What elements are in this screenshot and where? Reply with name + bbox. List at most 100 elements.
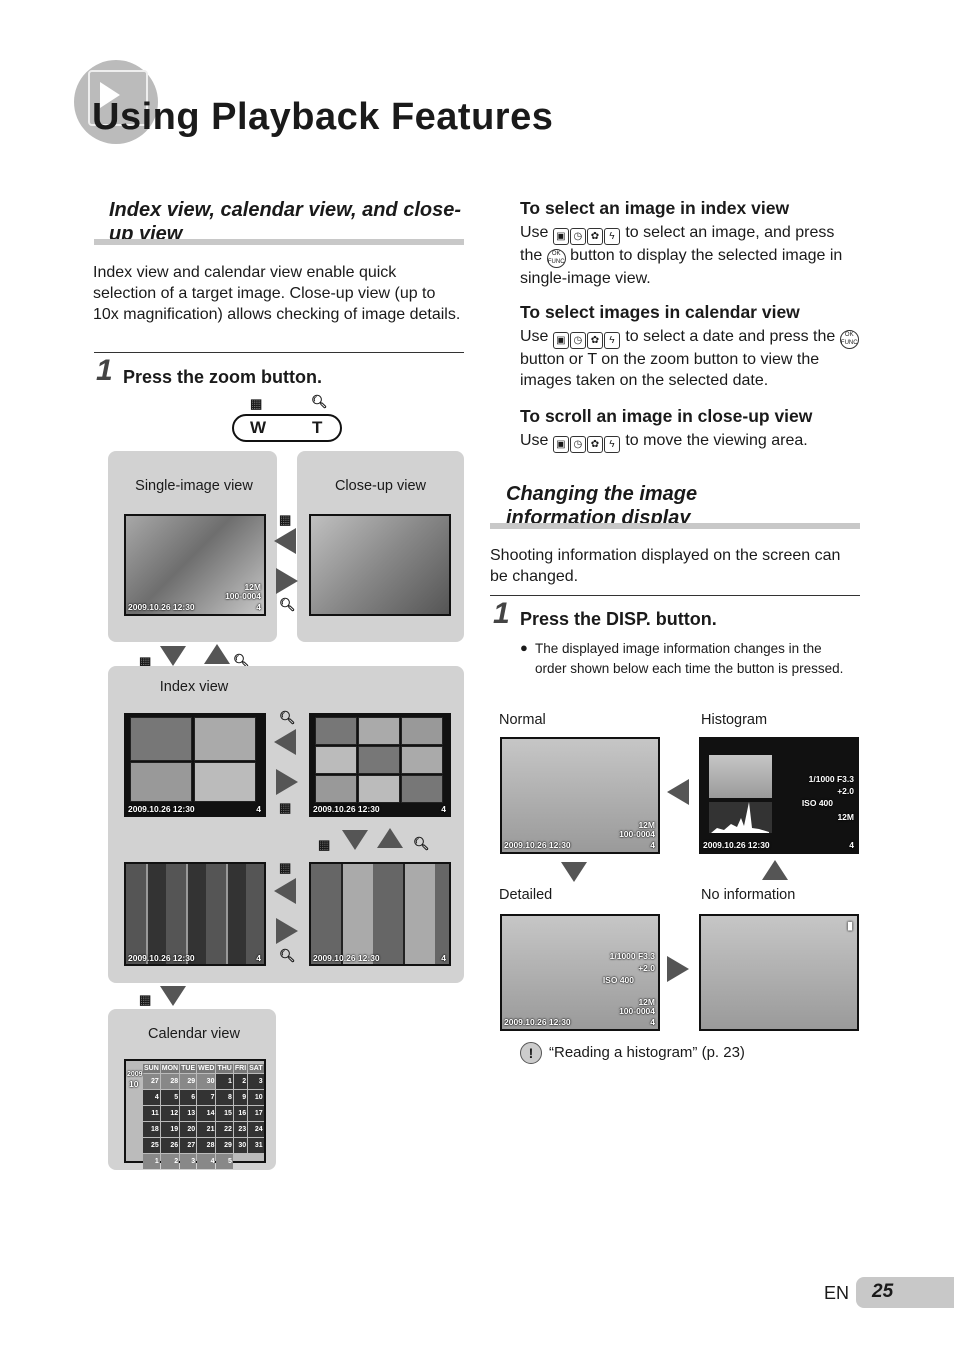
calendar-date[interactable]: 23 <box>233 1122 248 1137</box>
subheading-calendar: To select images in calendar view <box>520 302 800 322</box>
calendar-date[interactable]: 11 <box>143 1106 160 1121</box>
calendar-date[interactable]: 9 <box>233 1090 248 1105</box>
arrow-down-icon <box>342 830 368 850</box>
section-bar <box>490 523 860 529</box>
index-label: Index view <box>159 679 229 695</box>
info-intro: Shooting information displayed on the sc… <box>490 547 841 585</box>
arrow-left-icon <box>667 779 689 805</box>
calendar-date[interactable]: 27 <box>143 1074 160 1089</box>
note-icon: ! <box>520 1042 542 1064</box>
calendar-date[interactable]: 24 <box>248 1122 264 1137</box>
calendar-date[interactable]: 28 <box>160 1074 180 1089</box>
arrow-right-icon <box>667 956 689 982</box>
calendar-date[interactable]: 17 <box>248 1106 264 1121</box>
bullet-text: The displayed image information changes … <box>535 641 844 676</box>
step-number: 1 <box>493 597 510 630</box>
calendar-date[interactable]: 26 <box>160 1138 180 1153</box>
calendar-date[interactable] <box>248 1154 263 1169</box>
single-image-label: Single-image view <box>135 478 253 494</box>
index-icon: ▦ <box>139 992 152 1007</box>
manual-page: Using Playback Features Index view, cale… <box>0 0 954 1357</box>
calendar-day-header: FRI <box>233 1064 248 1073</box>
arrow-left-icon <box>274 729 296 755</box>
single-image-screen: 12M 100-0004 2009.10.26 12:30 4 <box>124 514 266 616</box>
sub3-text: Use ▣ ◷ ✿ ϟ to move the viewing area. <box>520 430 860 453</box>
magnify-icon: 🔍︎ <box>279 948 296 963</box>
calendar-date[interactable]: 8 <box>216 1090 233 1105</box>
calendar-date[interactable]: 25 <box>143 1138 160 1153</box>
normal-label: Normal <box>499 712 546 728</box>
histogram-graph <box>709 802 772 833</box>
calendar-grid: SUN MON TUE WED THU FRI SAT 27 28 29 30 1 2 3 4 5 6 7 8 9 10… <box>142 1063 265 1170</box>
arrow-right-icon <box>276 568 298 594</box>
calendar-date[interactable]: 2 <box>233 1074 248 1089</box>
calendar-date[interactable]: 5 <box>216 1154 233 1169</box>
arrow-up-icon <box>762 860 788 880</box>
index-screen-16: 2009.10.26 12:30 4 <box>309 862 451 966</box>
subheading-closeup: To scroll an image in close-up view <box>520 406 813 426</box>
divider <box>94 352 464 353</box>
calendar-date[interactable]: 18 <box>143 1122 160 1137</box>
sub2-text: Use ▣ ◷ ✿ ϟ to select a date and press the … <box>520 328 859 389</box>
calendar-date[interactable]: 2 <box>160 1154 180 1169</box>
calendar-date[interactable]: 13 <box>180 1106 197 1121</box>
calendar-date[interactable]: 3 <box>248 1074 264 1089</box>
calendar-date[interactable]: 4 <box>197 1154 216 1169</box>
histogram-ref: “Reading a histogram” (p. 23) <box>549 1044 745 1061</box>
arrow-left-icon <box>274 528 296 554</box>
calendar-date[interactable]: 3 <box>180 1154 197 1169</box>
calendar-date[interactable]: 27 <box>180 1138 197 1153</box>
zoom-w: W <box>250 418 267 437</box>
battery-icon: ▮ <box>846 920 853 932</box>
closeup-label: Close-up view <box>334 478 427 494</box>
calendar-date[interactable]: 10 <box>248 1090 264 1105</box>
noinfo-label: No information <box>701 887 796 903</box>
calendar-day-header: SAT <box>248 1064 264 1073</box>
calendar-date[interactable]: 22 <box>216 1122 233 1137</box>
calendar-date[interactable]: 4 <box>143 1090 160 1105</box>
histogram-screen: 1/1000 F3.3 +2.0 ISO 400 12M 2009.10.26 … <box>699 737 859 854</box>
calendar-date[interactable]: 21 <box>197 1122 216 1137</box>
calendar-date[interactable]: 29 <box>180 1074 197 1089</box>
divider <box>490 595 860 596</box>
detailed-screen: 1/1000 F3.3 +2.0 ISO 400 12M 100-0004 20… <box>500 914 660 1031</box>
ok-func-button-icon: OK FUNC <box>546 249 566 268</box>
calendar-date[interactable]: 15 <box>216 1106 233 1121</box>
step-label: Press the zoom button. <box>123 367 323 387</box>
calendar-date[interactable]: 28 <box>197 1138 216 1153</box>
calendar-date[interactable]: 30 <box>233 1138 248 1153</box>
ok-func-button-icon: OK FUNC <box>839 330 859 349</box>
section-bar <box>94 239 464 245</box>
magnify-icon: 🔍︎ <box>279 597 296 612</box>
calendar-day-header: THU <box>216 1064 233 1073</box>
calendar-date[interactable]: 29 <box>216 1138 233 1153</box>
calendar-date[interactable]: 14 <box>197 1106 216 1121</box>
calendar-date[interactable]: 12 <box>160 1106 180 1121</box>
index-icon: ▦ <box>250 396 263 411</box>
index-screen-4: 2009.10.26 12:30 4 <box>124 713 266 817</box>
calendar-date[interactable]: 5 <box>160 1090 180 1105</box>
arrow-up-icon <box>204 644 230 664</box>
subheading-index: To select an image in index view <box>520 198 790 218</box>
page-title: Using Playback Features <box>92 96 554 138</box>
calendar-date[interactable]: 20 <box>180 1122 197 1137</box>
calendar-date[interactable]: 30 <box>197 1074 216 1089</box>
calendar-date[interactable]: 7 <box>197 1090 216 1105</box>
arrow-pad-icon: ▣ ◷ ✿ ϟ <box>552 432 621 453</box>
calendar-date[interactable]: 31 <box>248 1138 264 1153</box>
calendar-day-header: TUE <box>180 1064 197 1073</box>
arrow-pad-icon: ▣ ◷ ✿ ϟ <box>552 224 621 245</box>
language-label: EN <box>824 1283 850 1303</box>
calendar-date[interactable]: 16 <box>233 1106 248 1121</box>
sub1-text: Use ▣ ◷ ✿ ϟ to select an image, and press t… <box>520 224 843 287</box>
arrow-up-icon <box>377 828 403 848</box>
calendar-date[interactable]: 1 <box>216 1074 233 1089</box>
calendar-date[interactable]: 19 <box>160 1122 180 1137</box>
arrow-pad-icon: ▣ ◷ ✿ ϟ <box>552 328 621 349</box>
index-screen-25: 2009.10.26 12:30 4 <box>124 862 266 966</box>
bullet-icon: ● <box>520 640 528 655</box>
calendar-date[interactable] <box>234 1154 247 1169</box>
calendar-date[interactable]: 6 <box>180 1090 197 1105</box>
calendar-day-header: MON <box>160 1064 180 1073</box>
calendar-date[interactable]: 1 <box>143 1154 160 1169</box>
